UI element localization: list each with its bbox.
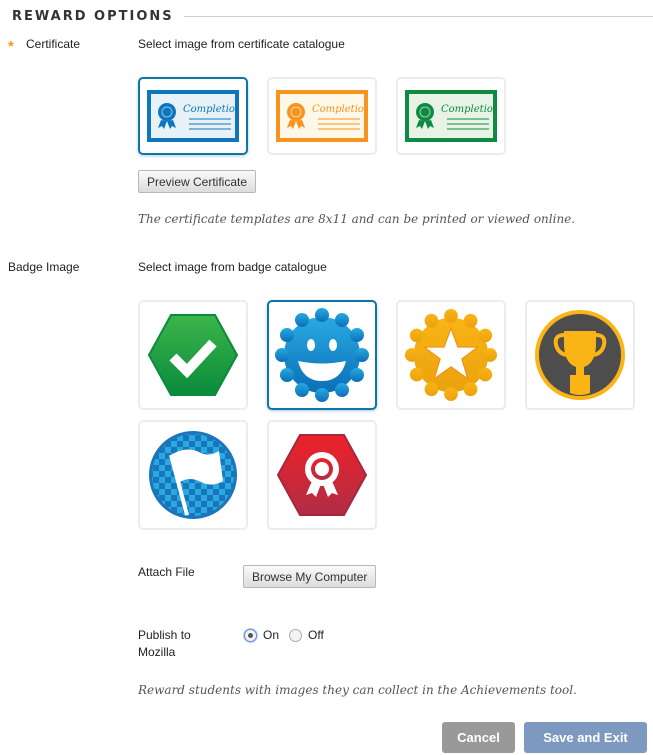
badge-option-smiley[interactable] <box>267 300 377 410</box>
svg-text:Completion: Completion <box>441 104 497 115</box>
achievements-hint: Reward students with images they can col… <box>138 683 577 697</box>
save-and-exit-button[interactable]: Save and Exit <box>524 722 647 753</box>
svg-text:Completion: Completion <box>183 104 239 115</box>
certificate-instruction: Select image from certificate catalogue <box>138 37 345 51</box>
publish-off-label[interactable]: Off <box>308 628 324 642</box>
certificate-label: Certificate <box>26 37 81 51</box>
certificate-option-blue[interactable]: Completion <box>138 77 248 155</box>
required-asterisk-icon: * <box>8 38 14 55</box>
section-divider <box>183 15 653 17</box>
attach-file-label: Attach File <box>138 565 195 579</box>
badge-option-ribbon[interactable] <box>267 420 377 530</box>
badge-option-checkmark[interactable] <box>138 300 248 410</box>
publish-on-radio[interactable] <box>244 628 257 642</box>
green-checkmark-badge-icon <box>147 314 239 396</box>
badge-option-flag[interactable] <box>138 420 248 530</box>
blue-smiley-badge-icon <box>275 308 369 402</box>
certificate-hint: The certificate templates are 8x11 and c… <box>138 212 576 226</box>
badge-label: Badge Image <box>8 260 80 274</box>
publish-off-radio[interactable] <box>289 628 303 642</box>
certificate-option-green[interactable]: Completion <box>396 77 506 155</box>
red-ribbon-badge-icon <box>276 434 368 516</box>
badge-instruction: Select image from badge catalogue <box>138 260 327 274</box>
certificate-option-orange[interactable]: Completion <box>267 77 377 155</box>
certificate-blue-icon: Completion <box>147 90 239 142</box>
trophy-badge-icon <box>535 310 625 400</box>
publish-label-line2: Mozilla <box>138 645 176 659</box>
publish-on-label[interactable]: On <box>263 628 279 642</box>
certificate-orange-icon: Completion <box>276 90 368 142</box>
section-title: REWARD OPTIONS <box>12 8 174 24</box>
cancel-button[interactable]: Cancel <box>442 722 515 753</box>
publish-label-line1: Publish to <box>138 628 191 642</box>
publish-radio-group: On Off <box>244 628 334 642</box>
gold-star-badge-icon <box>405 309 497 401</box>
preview-certificate-button[interactable]: Preview Certificate <box>138 170 257 193</box>
badge-option-trophy[interactable] <box>525 300 635 410</box>
certificate-green-icon: Completion <box>405 90 497 142</box>
badge-option-star[interactable] <box>396 300 506 410</box>
section-header: REWARD OPTIONS <box>12 7 653 25</box>
checkered-flag-badge-icon <box>149 431 237 519</box>
browse-my-computer-button[interactable]: Browse My Computer <box>243 565 377 588</box>
svg-text:Completion: Completion <box>312 104 368 115</box>
